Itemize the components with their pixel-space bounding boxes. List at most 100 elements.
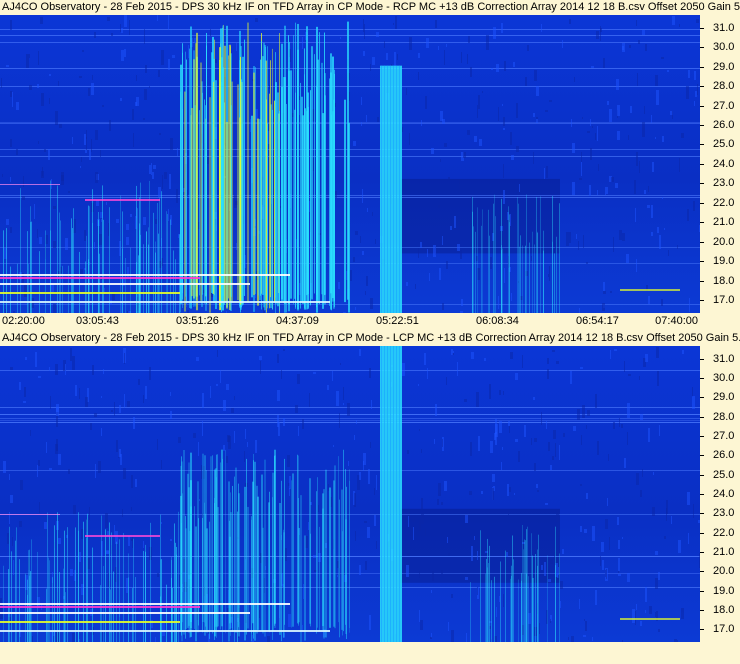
noise-pixel xyxy=(451,594,453,598)
noise-pixel xyxy=(596,31,599,39)
emission-striation xyxy=(332,111,334,302)
noise-pixel xyxy=(285,548,287,561)
noise-pixel xyxy=(645,587,647,602)
noise-pixel xyxy=(370,442,371,448)
noise-pixel xyxy=(376,475,377,490)
noise-pixel xyxy=(548,274,549,277)
noise-pixel xyxy=(309,393,310,407)
freq-tick: 20.0 xyxy=(700,236,740,249)
freq-tick-label: 27.0 xyxy=(713,429,735,442)
noise-pixel xyxy=(496,607,497,617)
noise-pixel xyxy=(541,24,542,32)
freq-tick-mark xyxy=(700,27,704,29)
emission-striation xyxy=(17,263,18,313)
emission-striation xyxy=(255,67,256,294)
noise-pixel xyxy=(629,45,631,48)
emission-striation xyxy=(135,577,136,642)
emission-striation xyxy=(297,23,299,310)
noise-pixel xyxy=(72,137,73,144)
emission-striation xyxy=(211,52,213,294)
noise-pixel xyxy=(424,353,426,365)
interference-line xyxy=(0,29,700,30)
noise-pixel xyxy=(591,66,594,68)
noise-pixel xyxy=(151,163,152,175)
noise-pixel xyxy=(656,90,659,105)
noise-pixel xyxy=(525,77,527,86)
noise-pixel xyxy=(534,463,536,471)
emission-striation xyxy=(502,248,503,313)
noise-pixel xyxy=(645,354,648,362)
noise-pixel xyxy=(577,409,580,420)
noise-pixel xyxy=(297,374,300,384)
emission-striation xyxy=(109,522,110,642)
noise-pixel xyxy=(536,119,538,123)
noise-pixel xyxy=(121,28,123,33)
noise-pixel xyxy=(562,549,564,554)
rfi-streak xyxy=(0,514,60,515)
noise-pixel xyxy=(90,423,92,430)
emission-striation xyxy=(281,86,283,300)
noise-pixel xyxy=(236,243,237,250)
emission-striation xyxy=(485,573,486,642)
emission-striation xyxy=(145,544,146,642)
noise-pixel xyxy=(595,394,597,408)
emission-striation xyxy=(505,550,506,642)
noise-pixel xyxy=(672,111,673,119)
noise-pixel xyxy=(144,89,147,100)
noise-pixel xyxy=(662,136,664,142)
emission-striation xyxy=(300,495,302,642)
noise-pixel xyxy=(576,234,577,239)
emission-striation xyxy=(325,469,327,638)
noise-pixel xyxy=(51,285,54,292)
noise-pixel xyxy=(613,237,614,252)
noise-pixel xyxy=(628,135,629,140)
noise-pixel xyxy=(356,420,357,424)
noise-pixel xyxy=(693,201,695,211)
emission-striation xyxy=(473,226,474,313)
noise-pixel xyxy=(333,445,334,447)
noise-pixel xyxy=(70,569,73,576)
freq-tick-mark xyxy=(700,86,704,88)
emission-striation xyxy=(348,122,350,313)
noise-pixel xyxy=(627,403,630,418)
noise-pixel xyxy=(231,408,234,413)
emission-striation xyxy=(319,526,320,631)
emission-striation xyxy=(31,539,32,642)
time-axis: 02:20:00 03:05:43 03:51:26 04:37:09 05:22:51… xyxy=(0,313,740,329)
freq-tick: 25.0 xyxy=(700,138,740,151)
noise-pixel xyxy=(534,438,537,442)
emission-striation xyxy=(86,537,87,642)
freq-tick-label: 18.0 xyxy=(713,274,735,287)
noise-pixel xyxy=(616,79,619,90)
noise-pixel xyxy=(587,131,590,133)
noise-pixel xyxy=(419,610,420,622)
emission-striation xyxy=(532,555,533,642)
emission-striation xyxy=(176,554,177,642)
noise-pixel xyxy=(537,204,539,217)
emission-striation xyxy=(72,228,73,313)
noise-pixel xyxy=(617,517,619,525)
noise-pixel xyxy=(19,521,22,527)
noise-pixel xyxy=(598,164,599,171)
noise-pixel xyxy=(648,428,650,442)
noise-pixel xyxy=(101,219,102,222)
noise-pixel xyxy=(549,266,550,281)
noise-pixel xyxy=(615,183,618,188)
freq-tick: 22.0 xyxy=(700,527,740,540)
emission-striation xyxy=(259,118,261,301)
rfi-streak xyxy=(0,612,250,614)
freq-tick-mark xyxy=(700,571,704,573)
noise-pixel xyxy=(419,571,420,578)
noise-pixel xyxy=(435,404,437,416)
noise-pixel xyxy=(120,98,122,101)
noise-pixel xyxy=(602,303,605,311)
noise-pixel xyxy=(44,522,47,529)
noise-pixel xyxy=(621,424,623,428)
noise-pixel xyxy=(58,81,59,86)
noise-pixel xyxy=(655,612,656,617)
noise-pixel xyxy=(638,40,640,44)
emission-striation xyxy=(304,108,306,310)
noise-pixel xyxy=(23,176,24,187)
noise-pixel xyxy=(548,442,550,451)
time-tick-label: 06:08:34 xyxy=(476,315,519,327)
